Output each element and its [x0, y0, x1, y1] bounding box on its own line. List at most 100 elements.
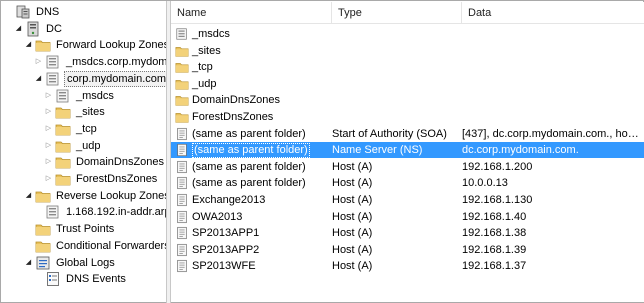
tree-item[interactable]: ◢ Global Logs [24, 255, 117, 271]
table-row[interactable]: ForestDnsZones [171, 109, 644, 125]
cell-name: SP2013APP2 [175, 242, 331, 258]
tree-item-label: _tcp [76, 122, 97, 135]
collapse-arrow-icon[interactable]: ◢ [24, 37, 33, 53]
expand-arrow-icon[interactable]: ▷ [44, 88, 53, 104]
cell-type: Host (A) [332, 177, 373, 190]
expand-arrow-icon[interactable]: ▷ [44, 171, 53, 187]
tree-item[interactable]: ▷ _tcp [44, 121, 99, 137]
expand-arrow-icon[interactable]: ▷ [44, 121, 53, 137]
table-row[interactable]: OWA2013 Host (A) 192.168.1.40 [171, 209, 644, 225]
cell-type [332, 59, 460, 75]
tree-item[interactable]: ▷ DomainDnsZones [44, 154, 166, 170]
expand-arrow-icon[interactable]: ▷ [44, 138, 53, 154]
table-row[interactable]: (same as parent folder) Name Server (NS) d… [171, 142, 644, 159]
record-name: (same as parent folder) [192, 177, 306, 190]
list-header: Name Type Data [171, 2, 644, 24]
record-name: Exchange2013 [192, 194, 266, 206]
tree-item[interactable]: DNS Events [34, 271, 128, 287]
folder-icon [175, 60, 189, 74]
cell-data: 10.0.0.13 [462, 177, 508, 190]
cell-data [462, 109, 642, 125]
table-row[interactable]: (same as parent folder) Host (A) 192.168.1… [171, 159, 644, 175]
cell-type [332, 76, 460, 92]
zone-icon [175, 27, 189, 41]
table-row[interactable]: (same as parent folder) Start of Authorit… [171, 126, 644, 142]
tree-item[interactable]: ◢ DC [14, 21, 64, 37]
tree-item-label: ForestDnsZones [76, 173, 158, 185]
console-tree[interactable]: DNS ◢ DC ◢ Forward Lookup Zones ▷ _msdcs.corp.… [2, 2, 166, 302]
record-icon [175, 143, 189, 157]
record-name: _udp [192, 77, 217, 90]
tree-item[interactable]: ▷ _msdcs [44, 88, 116, 104]
table-row[interactable]: Exchange2013 Host (A) 192.168.1.130 [171, 192, 644, 208]
tree-item[interactable]: Trust Points [24, 221, 116, 237]
tree-item[interactable]: ◢ Forward Lookup Zones [24, 37, 166, 53]
table-row[interactable]: _msdcs [171, 26, 644, 42]
cell-data: 192.168.1.38 [462, 227, 527, 240]
cell-type [332, 26, 460, 42]
cell-data [462, 26, 642, 42]
record-icon [175, 226, 189, 240]
collapse-arrow-icon[interactable]: ◢ [34, 71, 43, 87]
tree-item[interactable]: ◢ corp.mydomain.com [34, 70, 166, 87]
table-row[interactable]: _udp [171, 76, 644, 92]
tree-item[interactable]: ▷ _sites [44, 104, 107, 120]
table-row[interactable]: SP2013APP2 Host (A) 192.168.1.39 [171, 242, 644, 258]
collapse-arrow-icon[interactable]: ◢ [14, 21, 23, 37]
expand-arrow-icon[interactable]: ▷ [34, 54, 43, 70]
cell-name: SP2013WFE [175, 258, 331, 274]
records-list-view[interactable]: Name Type Data _msdcs _sites _tcp _udp Domai… [171, 2, 644, 302]
record-icon [175, 160, 189, 174]
cell-name: (same as parent folder) [175, 159, 331, 175]
zone-icon [45, 204, 61, 220]
tree-item[interactable]: 1.168.192.in-addr.arp [34, 204, 166, 220]
table-row[interactable]: (same as parent folder) Host (A) 10.0.0.13 [171, 175, 644, 191]
cell-name: ForestDnsZones [175, 109, 331, 125]
record-name: (same as parent folder) [192, 127, 306, 140]
expand-arrow-icon[interactable]: ▷ [44, 154, 53, 170]
table-row[interactable]: DomainDnsZones [171, 92, 644, 108]
table-row[interactable]: SP2013WFE Host (A) 192.168.1.37 [171, 258, 644, 274]
collapse-arrow-icon[interactable]: ◢ [24, 255, 33, 271]
dns-root-icon [15, 4, 31, 20]
zone-icon [45, 54, 61, 70]
table-row[interactable]: _tcp [171, 59, 644, 75]
record-icon [175, 176, 189, 190]
tree-item[interactable]: ▷ _udp [44, 138, 102, 154]
folder-icon [35, 221, 51, 237]
column-header-data[interactable]: Data [462, 2, 644, 24]
tree-item[interactable]: Conditional Forwarders [24, 238, 166, 254]
cell-data [462, 43, 642, 59]
column-header-type[interactable]: Type [332, 2, 462, 24]
cell-data: 192.168.1.200 [462, 160, 533, 173]
cell-name: DomainDnsZones [175, 92, 331, 108]
expand-arrow-icon[interactable]: ▷ [44, 104, 53, 120]
tree-item-label: _sites [76, 106, 105, 119]
tree-item[interactable]: ▷ _msdcs.corp.mydom [34, 54, 166, 70]
table-row[interactable]: SP2013APP1 Host (A) 192.168.1.38 [171, 225, 644, 241]
record-name: ForestDnsZones [192, 111, 274, 123]
record-name: DomainDnsZones [192, 94, 281, 107]
cell-name: (same as parent folder) [175, 175, 331, 191]
tree-item[interactable]: DNS [4, 4, 61, 20]
record-icon [175, 193, 189, 207]
tree-item-label: _msdcs.corp.mydom [66, 56, 166, 69]
cell-data [462, 92, 642, 108]
collapse-arrow-icon[interactable]: ◢ [24, 188, 33, 204]
tree-item[interactable]: ▷ ForestDnsZones [44, 171, 159, 187]
cell-name: _sites [175, 43, 331, 59]
record-name: _tcp [192, 61, 213, 74]
table-row[interactable]: _sites [171, 43, 644, 59]
tree-item[interactable]: ◢ Reverse Lookup Zones [24, 188, 166, 204]
cell-data: [437], dc.corp.mydomain.com., host... [462, 127, 642, 140]
record-name: SP2013APP1 [192, 227, 260, 240]
cell-name: _tcp [175, 59, 331, 75]
column-header-name[interactable]: Name [171, 2, 332, 24]
record-name: OWA2013 [192, 210, 243, 223]
cell-type: Start of Authority (SOA) [332, 127, 447, 140]
cell-type [332, 109, 460, 125]
